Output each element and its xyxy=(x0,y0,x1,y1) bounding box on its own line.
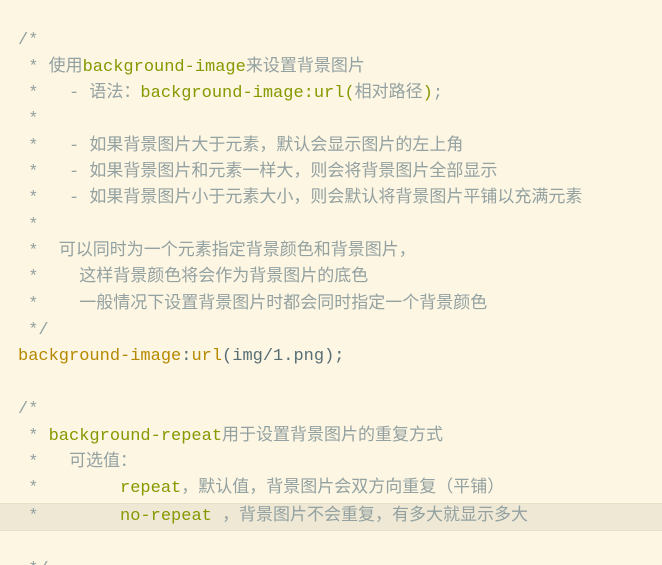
comment-line-close: */ xyxy=(18,560,49,565)
comment-line: * 可以同时为一个元素指定背景颜色和背景图片， xyxy=(18,242,416,261)
comment-line-close: */ xyxy=(18,321,49,340)
comment-line: * - 如果背景图片大于元素，默认会显示图片的左上角 xyxy=(18,137,463,156)
keyword: no-repeat xyxy=(120,507,222,526)
css-property: background-image xyxy=(18,347,181,366)
comment-line: * 使用background-image来设置背景图片 xyxy=(18,58,365,77)
comment-line: * 一般情况下设置背景图片时都会同时指定一个背景颜色 xyxy=(18,295,487,314)
keyword: background-repeat xyxy=(49,427,222,446)
keyword: background-image:url( xyxy=(140,84,354,103)
comment-line: * no-repeat ，背景图片不会重复，有多大就显示多大 xyxy=(18,507,528,526)
keyword: ) xyxy=(423,84,433,103)
comment-line-open: /* xyxy=(18,31,38,50)
keyword: background-image xyxy=(83,58,246,77)
css-declaration: background-image:url(img/1.png); xyxy=(18,347,344,366)
comment-line-open: /* xyxy=(18,400,38,419)
comment-line: * background-repeat用于设置背景图片的重复方式 xyxy=(18,427,443,446)
code-block: /* * 使用background-image来设置背景图片 * - 语法：ba… xyxy=(0,0,662,565)
comment-line: * - 如果背景图片小于元素大小，则会默认将背景图片平铺以充满元素 xyxy=(18,189,582,208)
comment-line: * - 语法：background-image:url(相对路径); xyxy=(18,84,443,103)
comment-line: * xyxy=(18,216,38,235)
highlighted-line: * no-repeat ，背景图片不会重复，有多大就显示多大 xyxy=(0,503,662,531)
comment-line: * 可选值： xyxy=(18,453,137,472)
comment-line: * - 如果背景图片和元素一样大，则会将背景图片全部显示 xyxy=(18,163,497,182)
comment-line: * xyxy=(18,110,38,129)
comment-line: * repeat，默认值，背景图片会双方向重复（平铺） xyxy=(18,479,504,498)
comment-line: * 这样背景颜色将会作为背景图片的底色 xyxy=(18,268,368,287)
css-function: url xyxy=(191,347,222,366)
keyword: repeat xyxy=(120,479,181,498)
